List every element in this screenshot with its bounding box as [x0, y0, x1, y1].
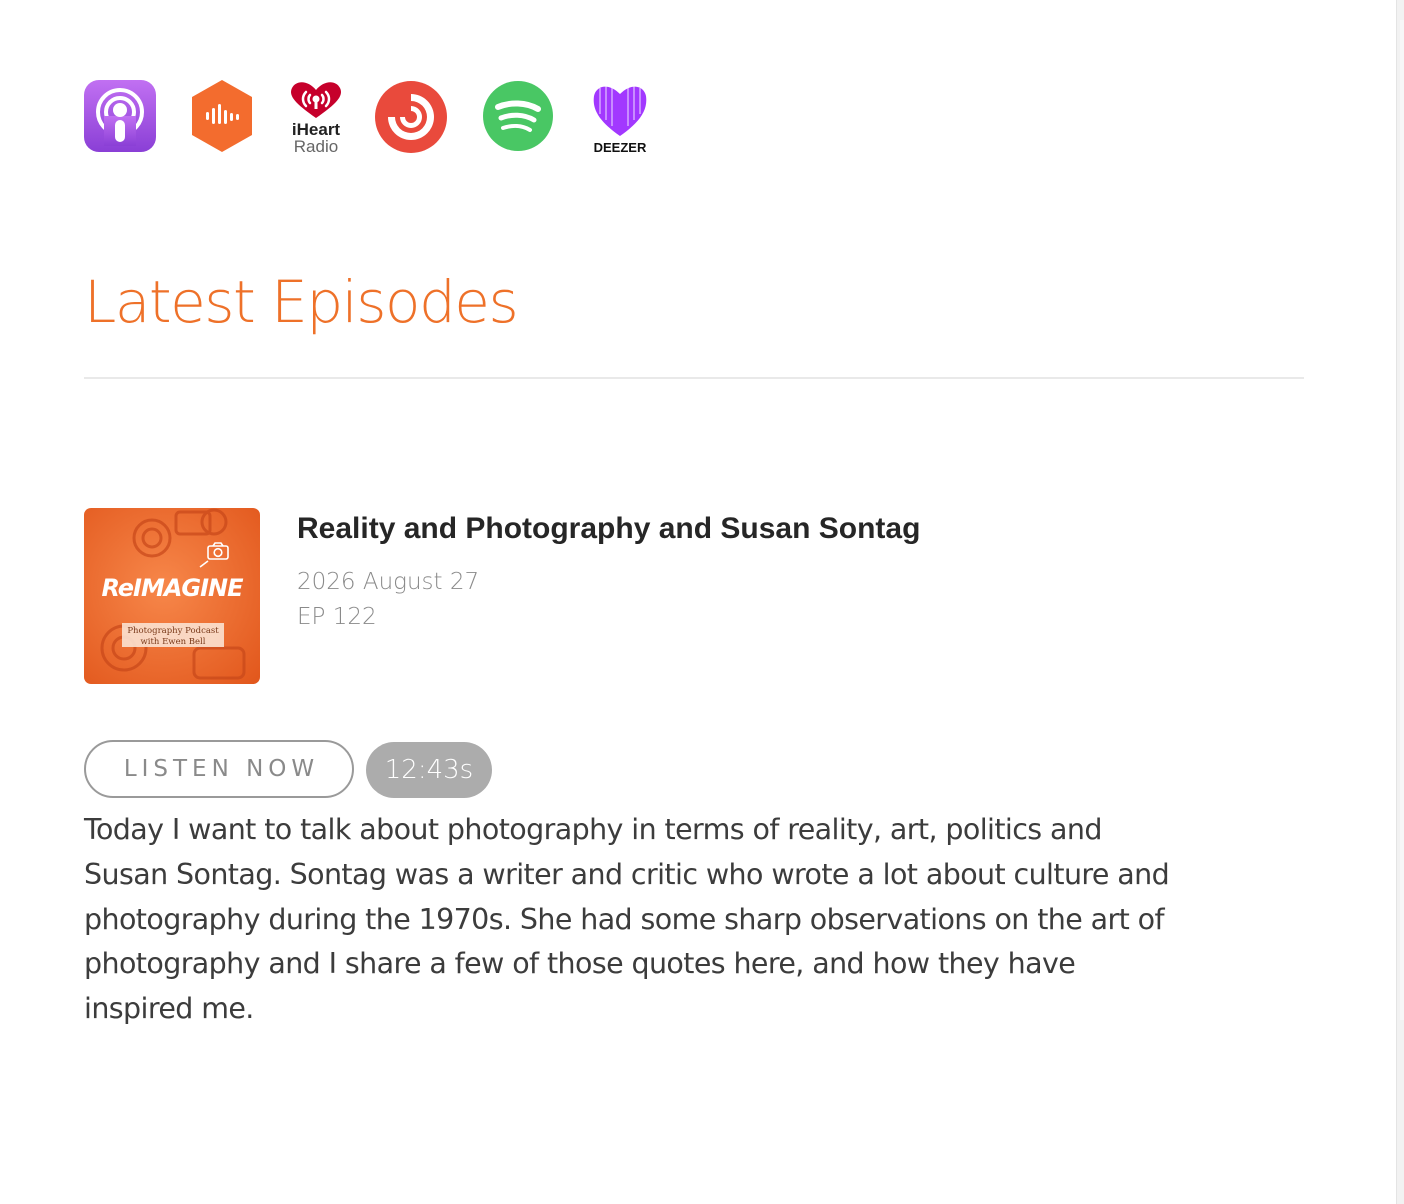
- deezer-icon: DEEZER: [594, 86, 647, 155]
- pocket-casts-link[interactable]: [374, 80, 448, 154]
- section-title: Latest Episodes: [84, 268, 519, 336]
- podcast-platform-links: iHeart Radio DEEZER: [84, 80, 664, 156]
- radio-logo-text: Radio: [294, 137, 338, 156]
- apple-podcasts-icon: [84, 80, 156, 152]
- duration-badge: 12:43s: [366, 742, 492, 798]
- apple-podcasts-link[interactable]: [84, 80, 156, 152]
- listen-now-button[interactable]: LISTEN NOW: [84, 740, 354, 798]
- episode-title[interactable]: Reality and Photography and Susan Sontag: [297, 508, 920, 550]
- cover-image: ReIMAGINE Photography Podcast with Ewen …: [84, 508, 260, 684]
- episode-cover-art[interactable]: ReIMAGINE Photography Podcast with Ewen …: [84, 508, 260, 684]
- pocket-casts-icon: [375, 81, 447, 153]
- castbox-icon: [192, 80, 252, 152]
- spotify-link[interactable]: [482, 80, 554, 152]
- episode-number: EP 122: [297, 604, 377, 630]
- deezer-logo-text: DEEZER: [594, 140, 647, 155]
- episode-description: Today I want to talk about photography i…: [84, 813, 1170, 1026]
- cover-subtitle-line-2: with Ewen Bell: [141, 637, 206, 647]
- episode-date: 2026 August 27: [297, 569, 480, 595]
- iheartradio-link[interactable]: iHeart Radio: [286, 80, 346, 156]
- spotify-icon: [483, 81, 553, 151]
- scrollbar-thumb[interactable]: [1400, 20, 1404, 1020]
- iheartradio-icon: iHeart Radio: [291, 82, 341, 156]
- deezer-link[interactable]: DEEZER: [586, 80, 654, 156]
- castbox-link[interactable]: [190, 80, 254, 152]
- section-divider: [84, 377, 1304, 379]
- cover-logo-text: ReIMAGINE: [101, 574, 244, 602]
- cover-subtitle-line-1: Photography Podcast: [127, 626, 219, 636]
